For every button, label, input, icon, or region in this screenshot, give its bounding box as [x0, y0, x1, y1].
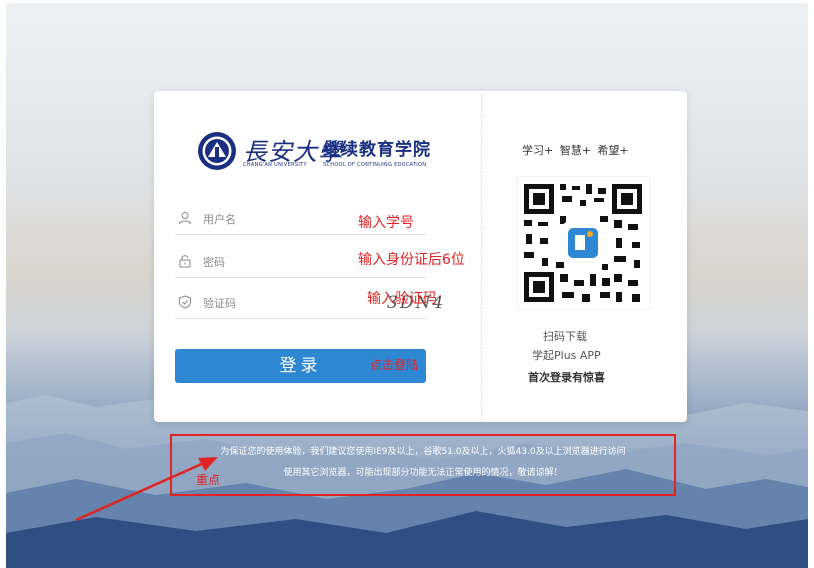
annotation-username: 输入学号	[358, 215, 414, 231]
annotation-login: 点击登陆	[370, 358, 419, 372]
card-divider	[481, 95, 482, 420]
university-name-en: CHANG'AN UNIVERSITY	[243, 162, 307, 168]
browser-notice: 为保证您的使用体验，我们建议您使用IE9及以上，谷歌51.0及以上，火狐43.0…	[170, 434, 676, 496]
college-name: 继续教育学院	[323, 140, 431, 160]
notice-line-1: 为保证您的使用体验，我们建议您使用IE9及以上，谷歌51.0及以上，火狐43.0…	[220, 447, 626, 457]
qr-code	[516, 176, 650, 310]
annotation-captcha: 输入验证码	[367, 291, 437, 307]
user-icon	[179, 212, 191, 225]
slogan: 学习+ 智慧+ 希望+	[522, 144, 629, 157]
first-login-promo: 首次登录有惊喜	[528, 371, 605, 384]
lock-icon	[179, 255, 191, 268]
university-emblem-icon	[198, 132, 236, 170]
shield-icon	[179, 295, 191, 309]
qr-scan-label: 扫码下载	[543, 330, 587, 343]
notice-line-2: 使用其它浏览器，可能出现部分功能无法正常使用的情况，敬请谅解！	[283, 468, 563, 478]
annotation-password: 输入身份证后6位	[358, 252, 465, 268]
annotation-notice: 重点	[196, 473, 221, 487]
college-name-en: SCHOOL OF CONTINUING EDUCATION	[323, 162, 427, 168]
qr-app-name: 学起Plus APP	[532, 349, 601, 362]
